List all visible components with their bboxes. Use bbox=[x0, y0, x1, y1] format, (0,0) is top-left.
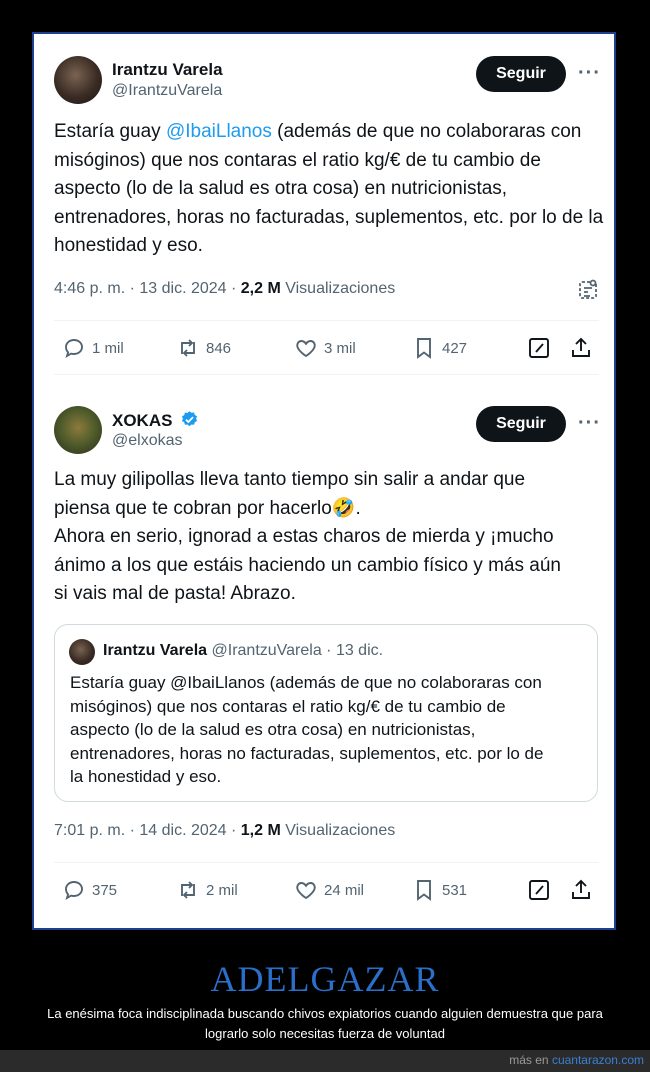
bookmark-count: 531 bbox=[442, 881, 468, 899]
author-name[interactable]: XOKAS bbox=[112, 410, 199, 431]
retweet-icon bbox=[181, 881, 195, 899]
bookmark-button[interactable]: 531 bbox=[412, 878, 467, 902]
follow-button[interactable]: Seguir bbox=[476, 406, 566, 442]
retweet-button[interactable]: 2 mil bbox=[176, 878, 238, 902]
bookmark-icon bbox=[417, 880, 431, 901]
timestamp[interactable]: 7:01 p. m. · 14 dic. 2024 · bbox=[54, 822, 241, 839]
views-label: Visualizaciones bbox=[280, 822, 396, 839]
divider bbox=[54, 862, 599, 863]
author-handle[interactable]: @elxokas bbox=[112, 432, 183, 450]
like-button[interactable]: 24 mil bbox=[294, 878, 364, 902]
post-description: La enésima foca indisciplinada buscando … bbox=[47, 1006, 603, 1041]
quoted-tweet[interactable]: Irantzu Varela @IrantzuVarela · 13 dic. … bbox=[54, 624, 598, 802]
reply-icon bbox=[65, 881, 83, 901]
share-icon[interactable] bbox=[569, 878, 593, 902]
retweet-count: 2 mil bbox=[206, 881, 238, 899]
screenshot-frame: Irantzu Varela @IrantzuVarela Seguir ···… bbox=[32, 32, 616, 930]
more-options-icon[interactable]: ··· bbox=[578, 412, 601, 435]
views-count: 1,2 M bbox=[240, 822, 281, 839]
tweet-xokas: XOKAS @elxokas Seguir ··· La muy gilipol… bbox=[34, 34, 614, 932]
tweet-meta: 7:01 p. m. · 14 dic. 2024 · 1,2 M Visual… bbox=[54, 822, 395, 840]
bottom-bar: más en cuantarazon.com bbox=[0, 1050, 650, 1072]
post-title[interactable]: ADELGAZAR bbox=[0, 958, 650, 1000]
avatar bbox=[69, 639, 95, 665]
quote-header: Irantzu Varela @IrantzuVarela · 13 dic. bbox=[103, 642, 383, 660]
grok-icon[interactable] bbox=[527, 878, 551, 902]
reply-count: 375 bbox=[92, 881, 118, 899]
source-link[interactable]: cuantarazon.com bbox=[552, 1053, 644, 1067]
quote-handle-date: @IrantzuVarela · 13 dic. bbox=[211, 642, 384, 659]
credit-prefix: más en bbox=[509, 1053, 552, 1067]
like-count: 24 mil bbox=[324, 881, 365, 899]
author-name-text: XOKAS bbox=[112, 411, 173, 430]
avatar[interactable] bbox=[54, 406, 102, 454]
heart-icon bbox=[296, 882, 316, 900]
quote-text: Estaría guay @IbaiLlanos (además de que … bbox=[70, 673, 544, 786]
source-credit: más en cuantarazon.com bbox=[509, 1053, 644, 1067]
tweet-text: La muy gilipollas lleva tanto tiempo sin… bbox=[54, 469, 561, 604]
verified-badge-icon bbox=[182, 411, 198, 427]
reply-button[interactable]: 375 bbox=[62, 878, 117, 902]
quote-author-name: Irantzu Varela bbox=[103, 642, 208, 659]
